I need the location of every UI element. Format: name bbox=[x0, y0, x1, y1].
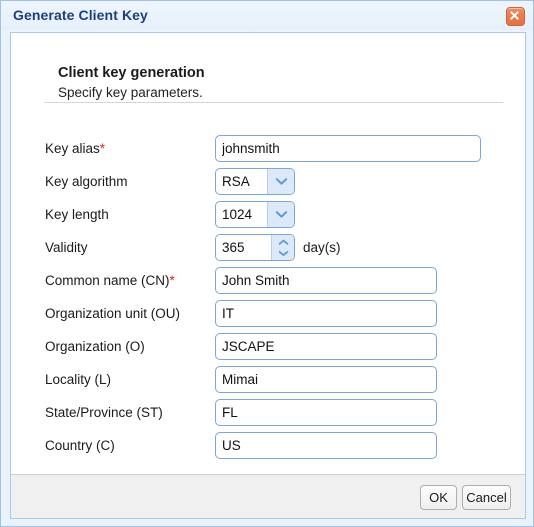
chevron-up-glyph bbox=[278, 239, 288, 245]
cancel-button[interactable]: Cancel bbox=[462, 485, 511, 510]
key-length-select[interactable]: 1024 bbox=[215, 201, 295, 228]
section-divider bbox=[44, 102, 503, 103]
chevron-down-icon[interactable] bbox=[272, 247, 294, 259]
form-row-validity: Validity 365 day(s) bbox=[11, 234, 525, 267]
close-icon[interactable] bbox=[506, 7, 525, 26]
close-x-glyph bbox=[510, 11, 519, 20]
label-country: Country (C) bbox=[45, 438, 115, 453]
control-organization bbox=[215, 333, 437, 360]
control-common-name bbox=[215, 267, 437, 294]
form-row-locality: Locality (L) bbox=[11, 366, 525, 399]
control-country bbox=[215, 432, 437, 459]
label-organization: Organization (O) bbox=[45, 339, 145, 354]
form-row-key-algorithm: Key algorithm RSA bbox=[11, 168, 525, 201]
generate-client-key-dialog: Generate Client Key Client key generatio… bbox=[0, 0, 534, 527]
chevron-down-glyph bbox=[275, 211, 287, 218]
label-key-alias: Key alias* bbox=[45, 141, 106, 156]
label-organization-unit: Organization unit (OU) bbox=[45, 306, 181, 321]
validity-unit-label: day(s) bbox=[303, 240, 341, 255]
key-length-value: 1024 bbox=[222, 207, 253, 222]
form-row-organization: Organization (O) bbox=[11, 333, 525, 366]
form-row-key-length: Key length 1024 bbox=[11, 201, 525, 234]
spinner-buttons bbox=[271, 235, 294, 260]
form-row-common-name: Common name (CN)* bbox=[11, 267, 525, 300]
section-heading: Client key generation bbox=[58, 65, 205, 81]
control-key-alias bbox=[215, 135, 481, 162]
validity-value: 365 bbox=[222, 240, 245, 255]
chevron-down-icon[interactable] bbox=[267, 169, 294, 194]
chevron-down-glyph bbox=[278, 250, 288, 256]
section-subheading: Specify key parameters. bbox=[58, 85, 203, 100]
dialog-title: Generate Client Key bbox=[13, 7, 148, 23]
control-locality bbox=[215, 366, 437, 393]
common-name-input[interactable] bbox=[215, 267, 437, 294]
control-key-length: 1024 bbox=[215, 201, 295, 228]
locality-input[interactable] bbox=[215, 366, 437, 393]
dialog-panel: Client key generation Specify key parame… bbox=[10, 32, 526, 519]
form-row-organization-unit: Organization unit (OU) bbox=[11, 300, 525, 333]
control-organization-unit bbox=[215, 300, 437, 327]
label-common-name: Common name (CN)* bbox=[45, 273, 175, 288]
form-row-country: Country (C) bbox=[11, 432, 525, 465]
key-alias-input[interactable] bbox=[215, 135, 481, 162]
required-marker: * bbox=[169, 273, 175, 288]
label-state-province: State/Province (ST) bbox=[45, 405, 163, 420]
control-validity: 365 bbox=[215, 234, 295, 261]
validity-spinner[interactable]: 365 bbox=[215, 234, 295, 261]
dialog-titlebar: Generate Client Key bbox=[1, 1, 533, 30]
control-key-algorithm: RSA bbox=[215, 168, 295, 195]
organization-unit-input[interactable] bbox=[215, 300, 437, 327]
key-algorithm-select[interactable]: RSA bbox=[215, 168, 295, 195]
form-row-key-alias: Key alias* bbox=[11, 135, 525, 168]
state-province-input[interactable] bbox=[215, 399, 437, 426]
dialog-footer: OK Cancel bbox=[11, 474, 525, 518]
control-state-province bbox=[215, 399, 437, 426]
ok-button[interactable]: OK bbox=[420, 485, 457, 510]
form-area: Client key generation Specify key parame… bbox=[11, 33, 525, 473]
form-row-state-province: State/Province (ST) bbox=[11, 399, 525, 432]
organization-input[interactable] bbox=[215, 333, 437, 360]
country-input[interactable] bbox=[215, 432, 437, 459]
required-marker: * bbox=[99, 141, 106, 156]
chevron-down-glyph bbox=[275, 178, 287, 185]
label-key-algorithm: Key algorithm bbox=[45, 174, 128, 189]
key-algorithm-value: RSA bbox=[222, 174, 250, 189]
chevron-down-icon[interactable] bbox=[267, 202, 294, 227]
label-key-length: Key length bbox=[45, 207, 109, 222]
label-validity: Validity bbox=[45, 240, 88, 255]
label-locality: Locality (L) bbox=[45, 372, 112, 387]
